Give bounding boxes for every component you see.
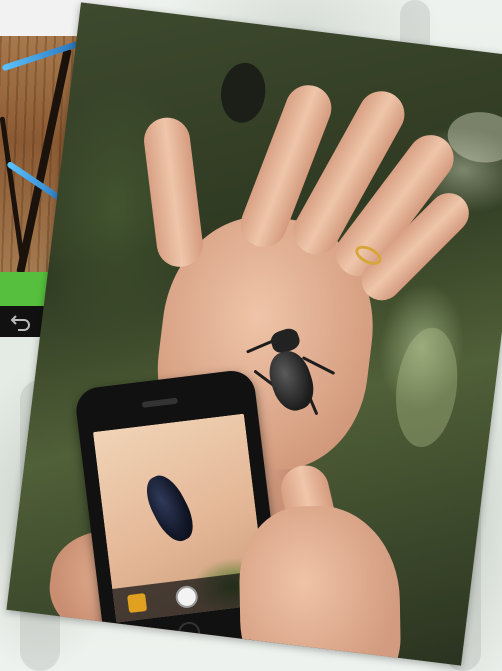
wood-crack (0, 116, 26, 266)
thumb (141, 115, 206, 270)
beetle-on-screen (138, 469, 201, 548)
phone-speaker (141, 397, 179, 408)
light-bokeh (389, 324, 464, 451)
shutter-button-icon (174, 584, 199, 610)
gallery-thumbnail (127, 592, 148, 614)
dark-bokeh (217, 60, 269, 126)
back-arrow-icon[interactable] (10, 312, 32, 332)
beetle-photo (6, 2, 502, 666)
